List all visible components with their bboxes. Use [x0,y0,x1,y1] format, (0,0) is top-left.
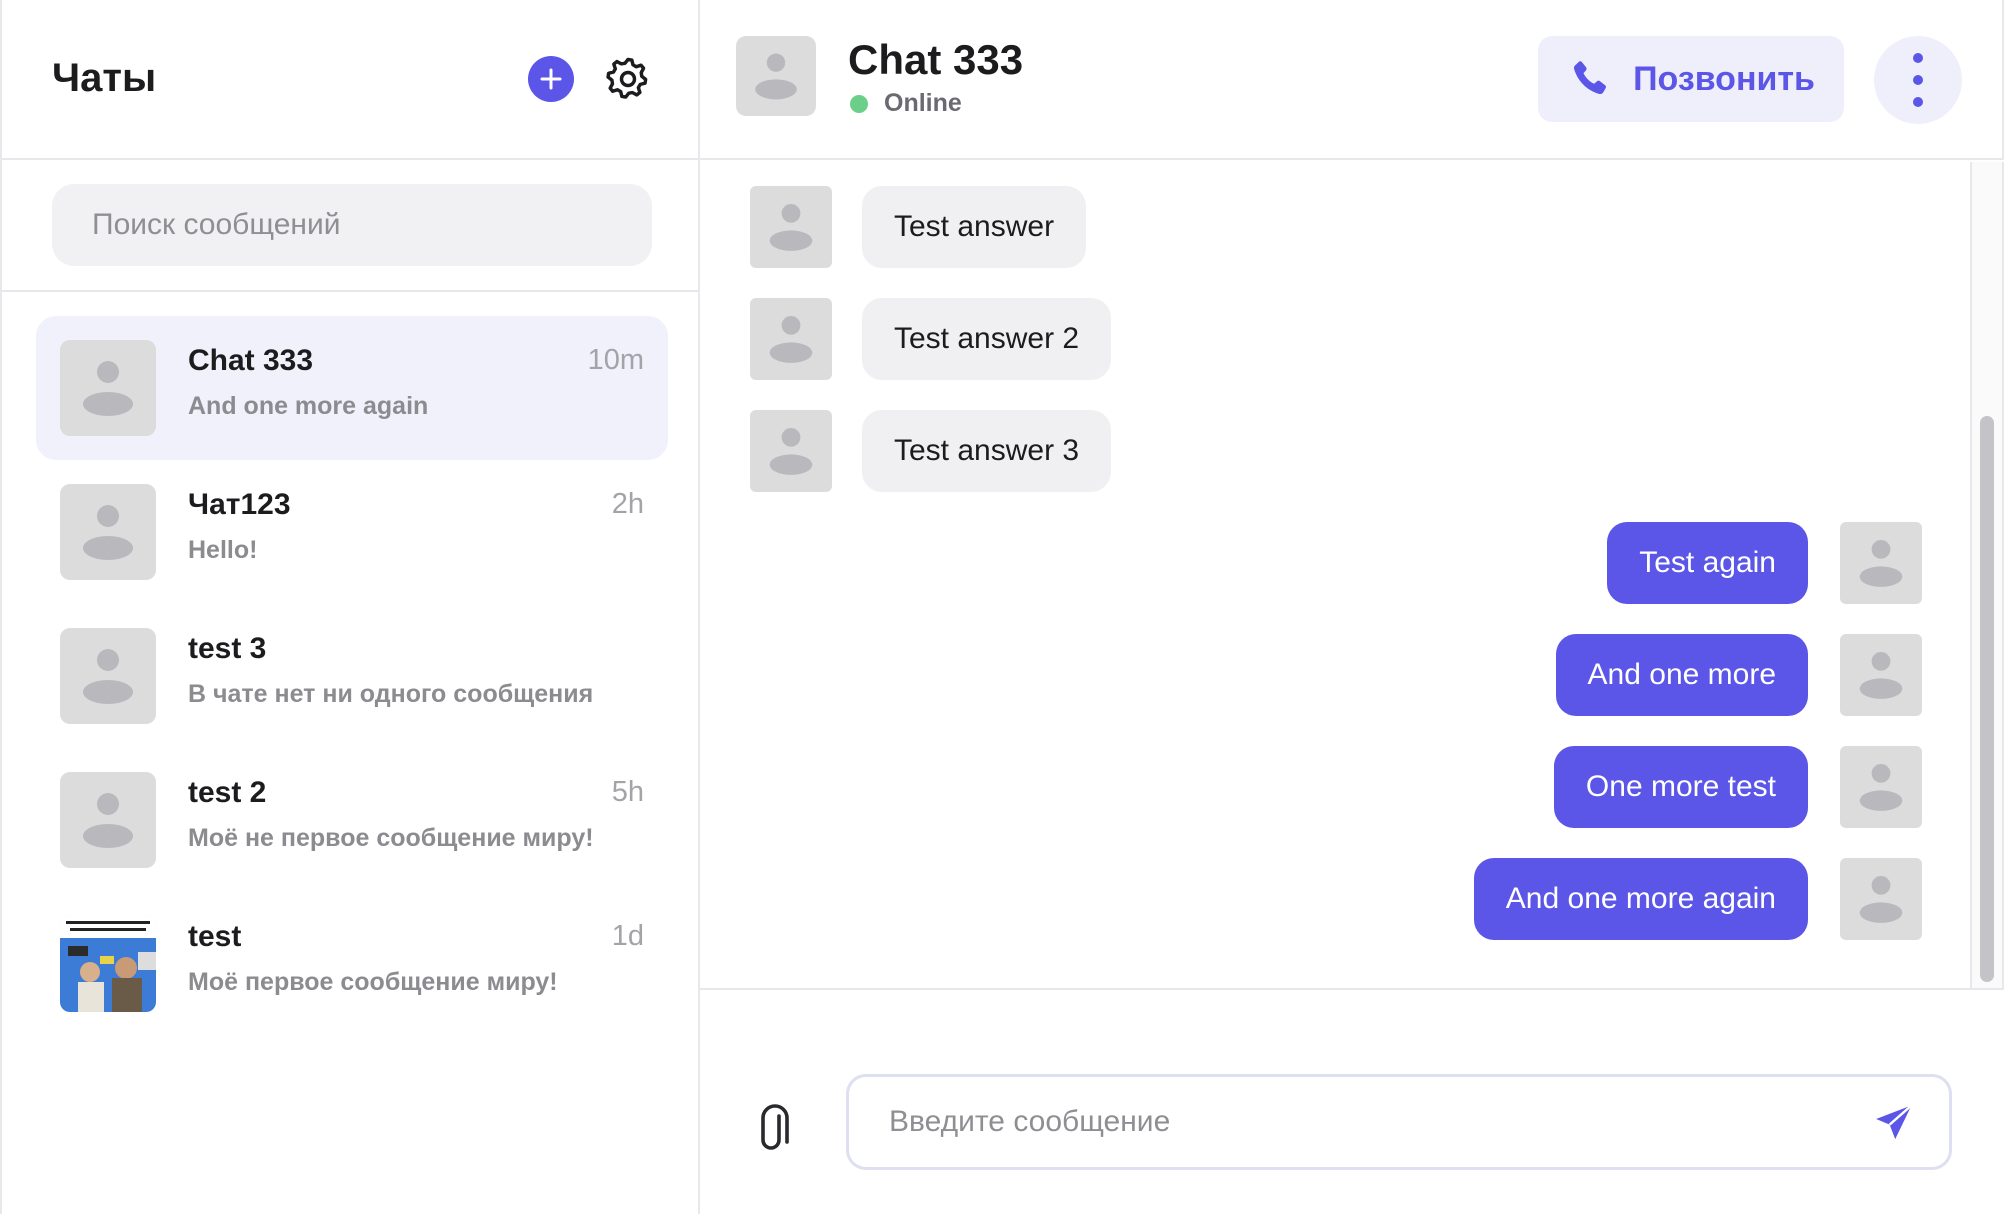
message-bubble-outgoing: Test again [1607,522,1808,604]
user-placeholder-icon [83,649,133,704]
settings-button[interactable] [604,55,652,103]
user-placeholder-icon [1859,539,1903,587]
user-placeholder-icon [83,361,133,416]
message-bubble-incoming: Test answer 3 [862,410,1112,492]
user-placeholder-icon [1859,875,1903,923]
chat-time: 1d [611,920,644,952]
avatar [60,340,156,436]
message-list: Test answer Test answer 2 Test answer 3 … [700,162,1970,988]
paperclip-icon [761,1104,789,1150]
chat-last-message: В чате нет ни одного сообщения [188,680,594,708]
message-avatar [1840,746,1922,828]
chat-name: Chat 333 [188,344,314,377]
user-placeholder-icon [1859,763,1903,811]
conversation-header: Chat 333 Online Позвонить [700,0,2004,160]
scrollbar-thumb[interactable] [1980,416,1994,982]
conversation-panel: Chat 333 Online Позвонить Test answer Te… [700,0,2004,1214]
user-placeholder-icon [769,427,813,475]
chat-name: test 2 [188,776,267,809]
user-placeholder-icon [83,793,133,848]
message-scrollbar[interactable] [1970,162,2004,988]
phone-icon [1574,61,1607,95]
status-text: Online [884,89,962,117]
message-avatar [1840,858,1922,940]
chat-last-message: Hello! [188,536,258,564]
chat-list-item[interactable]: test 3 В чате нет ни одного сообщения [36,604,668,748]
chat-time: 5h [611,776,644,808]
conversation-title: Chat 333 [848,36,1024,83]
more-options-button[interactable] [1874,36,1962,124]
message-composer [700,988,2004,1214]
chat-last-message: Моё не первое сообщение миру! [188,824,594,852]
chat-name: test [188,920,242,953]
gear-icon [606,57,648,99]
avatar-photo [60,916,156,1012]
chat-list-item[interactable]: test 1d Моё первое сообщение миру! [36,892,668,1036]
user-placeholder-icon [83,505,133,560]
search-input[interactable] [52,184,652,266]
sidebar: Чаты Поиск сообщений Chat 333 10m And on… [0,0,700,1214]
more-vertical-icon [1913,53,1923,107]
message-bubble-incoming: Test answer 2 [862,298,1112,380]
message-bubble-outgoing: One more test [1553,746,1808,828]
avatar [60,772,156,868]
message-bubble-incoming: Test answer [862,186,1087,268]
online-status-dot [850,95,868,113]
avatar-image [60,916,156,1012]
user-placeholder-icon [755,53,797,100]
send-icon [1876,1104,1913,1140]
add-chat-button[interactable] [528,56,574,102]
message-avatar [1840,522,1922,604]
search-area [2,162,700,292]
send-button[interactable] [1869,1097,1919,1147]
chat-time: 10m [587,344,644,376]
avatar [60,628,156,724]
sidebar-title: Чаты [52,56,157,100]
chat-list-item[interactable]: test 2 5h Моё не первое сообщение миру! [36,748,668,892]
message-bubble-outgoing: And one more again [1473,858,1808,940]
chat-list-item[interactable]: Chat 333 10m And one more again [36,316,668,460]
message-input[interactable] [889,1077,1829,1167]
plus-icon [540,68,562,90]
chat-last-message: And one more again [188,392,429,420]
message-avatar [1840,634,1922,716]
user-placeholder-icon [769,203,813,251]
message-avatar [750,298,832,380]
chat-list-item[interactable]: Чат123 2h Hello! [36,460,668,604]
user-placeholder-icon [769,315,813,363]
chat-time: 2h [611,488,644,520]
call-button-label: Позвонить [1633,59,1815,98]
attach-button[interactable] [750,1098,800,1158]
message-bubble-outgoing: And one more [1555,634,1808,716]
chat-name: test 3 [188,632,267,665]
sidebar-header: Чаты [2,0,700,160]
call-button[interactable]: Позвонить [1538,36,1844,122]
message-avatar [750,186,832,268]
chat-last-message: Моё первое сообщение миру! [188,968,558,996]
avatar [736,36,816,116]
messenger-app: Чаты Поиск сообщений Chat 333 10m And on… [0,0,2004,1214]
message-avatar [750,410,832,492]
chat-name: Чат123 [188,488,291,521]
user-placeholder-icon [1859,651,1903,699]
message-input-container [846,1074,1952,1170]
avatar [60,484,156,580]
